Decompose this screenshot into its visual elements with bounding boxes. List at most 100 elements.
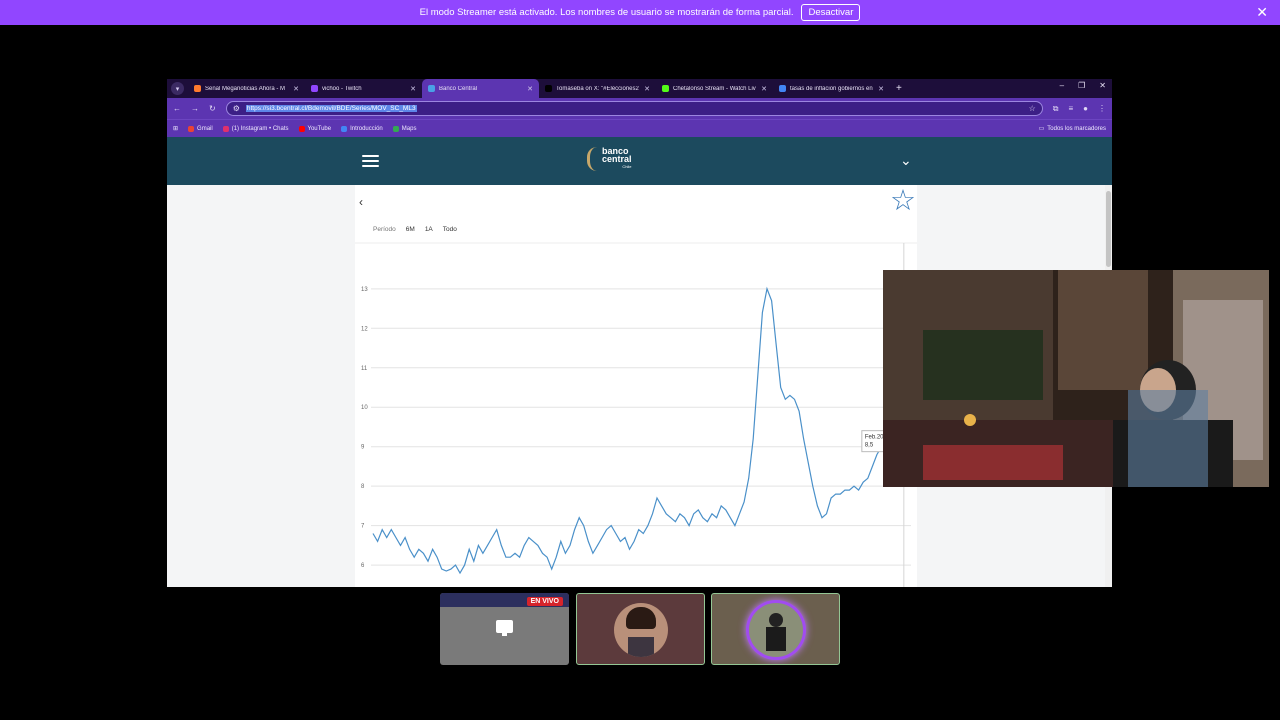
extensions-icon[interactable]: ⧉: [1053, 104, 1059, 114]
close-window-icon[interactable]: ✕: [1099, 81, 1106, 90]
menu-kebab-icon[interactable]: ⋮: [1098, 104, 1106, 113]
y-tick-label: 9: [361, 445, 365, 451]
favorite-star-icon[interactable]: ☆: [890, 187, 916, 216]
tab-favicon-icon: [545, 85, 552, 92]
browser-tab[interactable]: Tomaseba on X: "#Elecciones2 ✕: [539, 79, 656, 98]
participant-tile-screen[interactable]: EN VIVO: [440, 593, 569, 665]
series-line: [372, 286, 910, 575]
tab-favicon-icon: [311, 85, 318, 92]
back-chevron-icon[interactable]: ‹: [359, 195, 363, 209]
bookmarks-bar: ⊞ Gmail (1) Instagram • Chats YouTube Intro…: [167, 119, 1112, 137]
restore-icon[interactable]: ❐: [1078, 81, 1085, 90]
chevron-down-icon[interactable]: ⌄: [900, 152, 912, 169]
close-banner-icon[interactable]: ✕: [1256, 4, 1268, 21]
streamer-mode-banner: El modo Streamer está activado. Los nomb…: [0, 0, 1280, 25]
close-tab-icon[interactable]: ✕: [293, 85, 299, 93]
bookmark-item[interactable]: YouTube: [298, 125, 332, 132]
tab-favicon-icon: [662, 85, 669, 92]
tab-title: Banco Central: [439, 85, 478, 92]
apps-grid-icon[interactable]: ⊞: [173, 125, 178, 132]
bookmark-label: (1) Instagram • Chats: [231, 125, 289, 132]
avatar: [614, 603, 668, 657]
minimize-icon[interactable]: –: [1060, 81, 1064, 90]
logo-subtitle: Chile: [622, 164, 632, 169]
all-bookmarks-label: Todos los marcadores: [1047, 125, 1106, 132]
y-tick-label: 8: [361, 484, 365, 490]
tab-title: Chetalonso Stream - Watch Liv: [673, 85, 756, 92]
y-tick-label: 12: [361, 326, 368, 332]
reload-icon[interactable]: ↻: [209, 104, 216, 113]
logo-mark: [587, 147, 599, 171]
url-text[interactable]: https://si3.bcentral.cl/Bdemovil/BDE/Ser…: [245, 105, 417, 112]
participant-tile-2[interactable]: [576, 593, 705, 665]
avatar-speaking: [749, 603, 803, 657]
y-tick-label: 10: [361, 405, 368, 411]
new-tab-button[interactable]: +: [890, 83, 908, 94]
browser-tab[interactable]: Chetalonso Stream - Watch Liv ✕: [656, 79, 773, 98]
participant-tile-3[interactable]: [711, 593, 840, 665]
tooltip-value: 8,5: [865, 443, 874, 449]
bookmark-star-icon[interactable]: ☆: [1029, 104, 1036, 113]
bookmark-favicon-icon: [298, 125, 305, 132]
browser-tab[interactable]: tasas de inflacion gobiernos en ✕: [773, 79, 890, 98]
bookmark-label: YouTube: [307, 125, 332, 132]
back-arrow-icon[interactable]: ←: [173, 104, 181, 113]
site-header: banco central Chile ⌄: [167, 137, 1112, 185]
y-tick-label: 6: [361, 563, 365, 569]
scrollbar-thumb[interactable]: [1106, 191, 1111, 267]
folder-icon: ▭: [1038, 126, 1045, 132]
tabs: Señal Meganoticias Ahora - M ✕ vichoo - Tw…: [188, 79, 890, 98]
tab-title: Señal Meganoticias Ahora - M: [205, 85, 286, 92]
tab-favicon-icon: [428, 85, 435, 92]
tab-title: Tomaseba on X: "#Elecciones2: [556, 85, 639, 92]
close-tab-icon[interactable]: ✕: [644, 85, 650, 93]
site-info-icon[interactable]: ⚙: [233, 104, 240, 113]
bookmark-list: Gmail (1) Instagram • Chats YouTube Introdu…: [188, 125, 417, 132]
window-controls: – ❐ ✕: [1060, 81, 1106, 90]
period-1a[interactable]: 1A: [425, 226, 433, 233]
series-line-chart[interactable]: 678910111213Feb.20248,5: [355, 237, 917, 587]
tab-strip: ▾ Señal Meganoticias Ahora - M ✕ vichoo - …: [167, 79, 1112, 98]
y-tick-label: 13: [361, 287, 368, 293]
period-todo[interactable]: Todo: [443, 226, 457, 233]
bookmark-favicon-icon: [341, 125, 348, 132]
tab-search-icon[interactable]: ▾: [171, 82, 184, 95]
close-tab-icon[interactable]: ✕: [527, 85, 533, 93]
bookmark-item[interactable]: Introducción: [341, 125, 383, 132]
screen-share-icon: [496, 620, 513, 636]
tab-favicon-icon: [779, 85, 786, 92]
disable-streamer-mode-button[interactable]: Desactivar: [801, 4, 861, 21]
tab-favicon-icon: [194, 85, 201, 92]
all-bookmarks-folder[interactable]: ▭ Todos los marcadores: [1038, 125, 1106, 133]
tab-title: tasas de inflacion gobiernos en: [790, 85, 873, 92]
bookmark-label: Gmail: [197, 125, 213, 132]
tab-title: vichoo - Twitch: [322, 85, 362, 92]
live-badge: EN VIVO: [526, 597, 563, 606]
streamer-mode-message: El modo Streamer está activado. Los nomb…: [419, 7, 794, 18]
browser-toolbar: ← → ↻ ⚙ https://si3.bcentral.cl/Bdemovil…: [167, 98, 1112, 119]
period-6m[interactable]: 6M: [406, 226, 415, 233]
close-tab-icon[interactable]: ✕: [410, 85, 416, 93]
y-tick-label: 11: [361, 366, 368, 372]
browser-tab[interactable]: Señal Meganoticias Ahora - M ✕: [188, 79, 305, 98]
y-tick-label: 7: [361, 524, 365, 530]
bookmark-favicon-icon: [222, 125, 229, 132]
forward-arrow-icon[interactable]: →: [191, 104, 199, 113]
bookmark-item[interactable]: (1) Instagram • Chats: [222, 125, 289, 132]
close-tab-icon[interactable]: ✕: [878, 85, 884, 93]
bookmark-label: Maps: [401, 125, 417, 132]
period-label: Período: [373, 226, 396, 233]
banco-central-logo[interactable]: banco central Chile: [587, 147, 632, 171]
media-icon[interactable]: ≡: [1068, 104, 1073, 113]
hamburger-menu-icon[interactable]: [362, 155, 379, 167]
browser-tab[interactable]: Banco Central ✕: [422, 79, 539, 98]
profile-icon[interactable]: ●: [1083, 104, 1088, 113]
period-selector: Período 6M 1A Todo: [373, 226, 457, 233]
close-tab-icon[interactable]: ✕: [761, 85, 767, 93]
address-bar[interactable]: ⚙ https://si3.bcentral.cl/Bdemovil/BDE/S…: [225, 101, 1043, 116]
bookmark-item[interactable]: Maps: [392, 125, 417, 132]
browser-tab[interactable]: vichoo - Twitch ✕: [305, 79, 422, 98]
bookmark-label: Introducción: [350, 125, 383, 132]
webcam-overlay: [883, 270, 1269, 487]
bookmark-item[interactable]: Gmail: [188, 125, 213, 132]
